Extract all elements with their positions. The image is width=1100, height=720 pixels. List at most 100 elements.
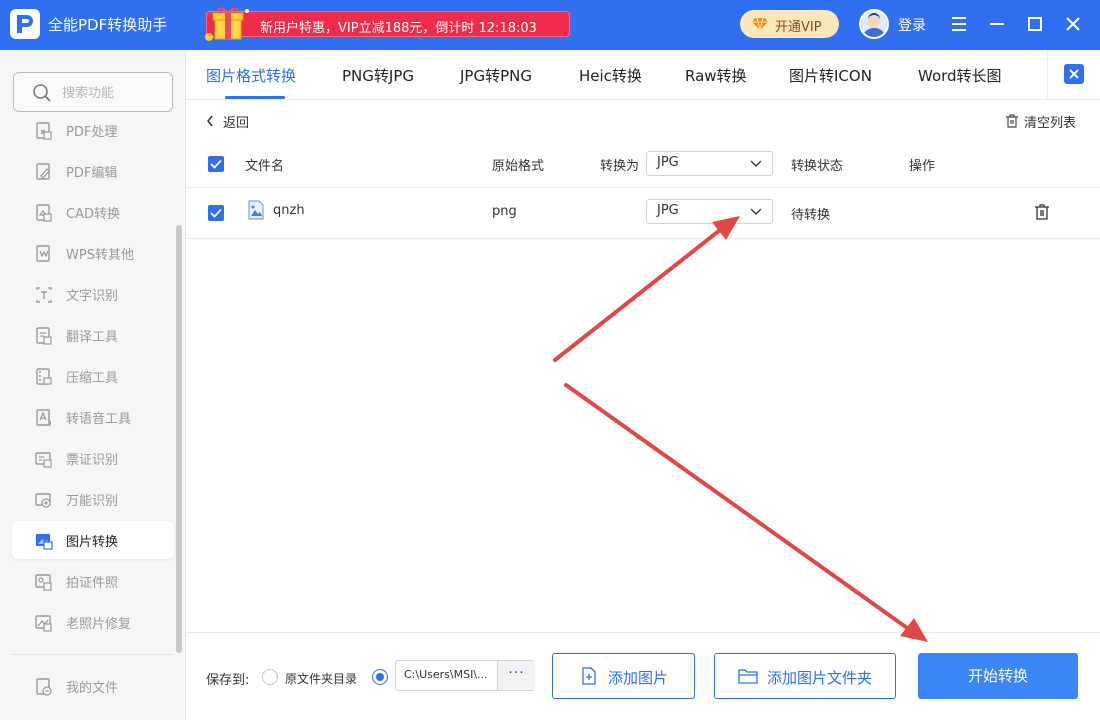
sidebar-scrollbar[interactable]	[176, 225, 182, 653]
sidebar-item-image-convert[interactable]: 图片转换	[12, 521, 174, 559]
bottom-bar: 保存到: 原文件夹目录 C:\Users\MSI\... ··· 添加图片 添加…	[187, 632, 1100, 720]
diamond-icon	[752, 17, 768, 31]
compress-icon	[36, 368, 52, 385]
ticket-recognition-icon	[35, 452, 52, 468]
table-row: qnzh png JPG 待转换	[187, 188, 1100, 239]
speech-icon	[36, 409, 52, 427]
open-vip-button[interactable]: 开通VIP	[740, 10, 839, 38]
sidebar-item-label: WPS转其他	[66, 248, 134, 263]
search-input[interactable]	[62, 82, 162, 104]
delete-row-icon[interactable]	[1033, 203, 1051, 221]
promo-banner[interactable]: 新用户特惠，VIP立减188元，倒计时 12:18:03	[205, 7, 570, 41]
id-photo-icon	[35, 574, 52, 591]
gift-icon	[205, 7, 249, 41]
save-path-field[interactable]: C:\Users\MSI\... ···	[395, 660, 535, 691]
maximize-icon[interactable]	[1023, 12, 1047, 36]
sidebar-item-speech[interactable]: 转语音工具	[12, 398, 174, 436]
add-image-folder-button[interactable]: 添加图片文件夹	[714, 653, 896, 699]
convert-to-all-select[interactable]: JPG	[646, 151, 773, 176]
browse-path-button[interactable]: ···	[497, 661, 535, 690]
chevron-left-icon	[207, 115, 213, 127]
sidebar-item-pdf-process[interactable]: PDF处理	[12, 111, 174, 149]
sidebar-item-label: 文字识别	[66, 289, 119, 304]
my-files-icon	[36, 678, 52, 696]
sidebar-item-label: 翻译工具	[66, 330, 119, 345]
add-image-label: 添加图片	[608, 669, 669, 687]
start-convert-button[interactable]: 开始转换	[918, 653, 1078, 699]
sidebar-item-label: 我的文件	[66, 681, 119, 696]
sidebar-item-label: 拍证件照	[66, 576, 119, 591]
sidebar-item-compress[interactable]: 压缩工具	[12, 357, 174, 395]
sidebar-item-cad-convert[interactable]: CAD转换	[12, 193, 174, 231]
arrow-to-start-button	[564, 383, 928, 642]
row-target-format-select[interactable]: JPG	[646, 199, 773, 224]
image-convert-icon	[36, 534, 53, 550]
row-target-format-value: JPG	[657, 203, 679, 218]
sidebar-item-label: 转语音工具	[66, 412, 132, 427]
search-icon	[33, 84, 51, 102]
select-all-checkbox[interactable]	[208, 156, 224, 172]
trash-icon	[1006, 114, 1018, 128]
source-dir-label: 原文件夹目录	[285, 672, 358, 686]
photo-restore-icon	[35, 615, 52, 632]
sidebar-item-ticket-recognition[interactable]: 票证识别	[12, 439, 174, 477]
promo-text: 新用户特惠，VIP立减188元，倒计时 12:18:03	[260, 21, 537, 36]
sidebar-item-label: 万能识别	[66, 494, 119, 509]
sidebar-item-pdf-edit[interactable]: PDF编辑	[12, 152, 174, 190]
sidebar-item-translate[interactable]: 翻译工具	[12, 316, 174, 354]
sidebar-item-label: 压缩工具	[66, 371, 119, 386]
sidebar: PDF处理 PDF编辑 CAD转换 WPS转其他 文字识别 翻译工具 压缩工具 …	[0, 50, 186, 720]
app-title: 全能PDF转换助手	[48, 16, 168, 34]
sidebar-item-my-files[interactable]: 我的文件	[12, 667, 174, 705]
sidebar-item-wps-convert[interactable]: WPS转其他	[12, 234, 174, 272]
tab-jpg-to-png[interactable]: JPG转PNG	[460, 65, 532, 86]
save-path-text: C:\Users\MSI\...	[404, 668, 488, 681]
table-header: 文件名 原始格式 转换为 JPG 转换状态 操作	[187, 140, 1100, 188]
tab-word-to-long-image[interactable]: Word转长图	[918, 65, 1002, 86]
sidebar-item-photo-restore[interactable]: 老照片修复	[12, 603, 174, 641]
sidebar-item-universal-recognition[interactable]: 万能识别	[12, 480, 174, 518]
tab-heic-convert[interactable]: Heic转换	[579, 65, 642, 86]
pdf-process-icon	[36, 122, 52, 140]
avatar[interactable]	[859, 9, 889, 39]
sidebar-item-label: 图片转换	[66, 535, 119, 550]
chevron-down-icon	[750, 208, 762, 215]
sidebar-item-label: PDF处理	[66, 125, 118, 140]
cad-convert-icon	[36, 204, 52, 222]
sidebar-item-label: PDF编辑	[66, 166, 118, 181]
header-action: 操作	[909, 159, 936, 174]
text-recognition-icon	[36, 287, 52, 303]
chevron-down-icon	[750, 160, 762, 167]
sidebar-divider	[12, 654, 174, 655]
tab-raw-convert[interactable]: Raw转换	[685, 65, 747, 86]
header-status: 转换状态	[791, 159, 844, 174]
tab-png-to-jpg[interactable]: PNG转JPG	[342, 65, 414, 86]
minimize-icon[interactable]	[985, 12, 1009, 36]
close-tab-icon[interactable]	[1064, 64, 1084, 84]
header-original-format: 原始格式	[492, 159, 545, 174]
tab-bar: 图片格式转换 PNG转JPG JPG转PNG Heic转换 Raw转换 图片转I…	[187, 50, 1100, 100]
search-box[interactable]	[13, 72, 173, 112]
login-link[interactable]: 登录	[898, 15, 926, 35]
tab-image-to-icon[interactable]: 图片转ICON	[789, 65, 872, 86]
back-label: 返回	[223, 116, 250, 131]
row-original-format: png	[492, 204, 517, 219]
save-to-label: 保存到:	[206, 673, 250, 688]
vip-label: 开通VIP	[775, 20, 822, 35]
clear-list-label: 清空列表	[1024, 116, 1077, 131]
sidebar-item-id-photo[interactable]: 拍证件照	[12, 562, 174, 600]
sidebar-item-label: 票证识别	[66, 453, 119, 468]
wps-convert-icon	[36, 245, 50, 262]
user-avatar-icon	[863, 13, 885, 37]
close-window-icon[interactable]	[1061, 12, 1085, 36]
sidebar-item-label: 老照片修复	[66, 617, 132, 632]
row-checkbox[interactable]	[208, 205, 224, 221]
custom-dir-radio[interactable]	[372, 669, 388, 685]
sidebar-item-text-recognition[interactable]: 文字识别	[12, 275, 174, 313]
tab-image-format-convert[interactable]: 图片格式转换	[206, 65, 296, 86]
header-convert-to: 转换为	[600, 159, 640, 174]
row-status: 待转换	[791, 208, 831, 223]
menu-icon[interactable]	[947, 12, 971, 36]
source-dir-radio[interactable]	[262, 669, 278, 685]
add-image-button[interactable]: 添加图片	[552, 653, 695, 699]
